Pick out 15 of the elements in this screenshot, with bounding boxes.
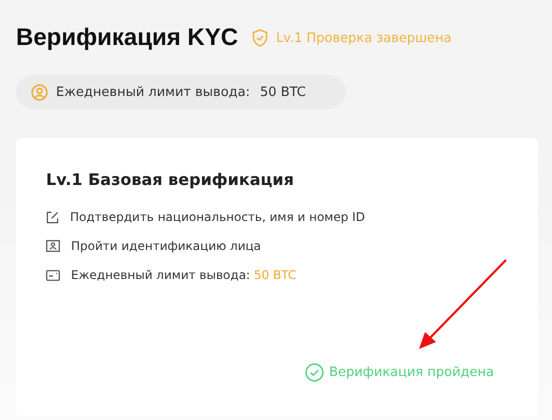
check-circle-icon [305,363,324,382]
requirement-text: Подтвердить национальность, имя и номер ID [70,210,365,224]
user-circle-icon [31,84,48,100]
requirement-text: Пройти идентификацию лица [71,239,262,253]
id-card-icon [46,270,60,280]
page-title: Верификация KYC [16,24,238,52]
verification-status: Lv.1 Проверка завершена [276,30,452,46]
card-title: Lv.1 Базовая верификация [46,170,295,189]
portrait-icon [46,240,60,252]
limit-value: 50 BTC [260,84,306,100]
requirement-text: Ежедневный лимит вывода: 50 BTC [71,268,296,282]
result-text: Верификация пройдена [329,365,494,380]
shield-check-icon [252,29,268,47]
edit-icon [46,210,59,224]
limit-label: Ежедневный лимит вывода: [56,84,250,100]
